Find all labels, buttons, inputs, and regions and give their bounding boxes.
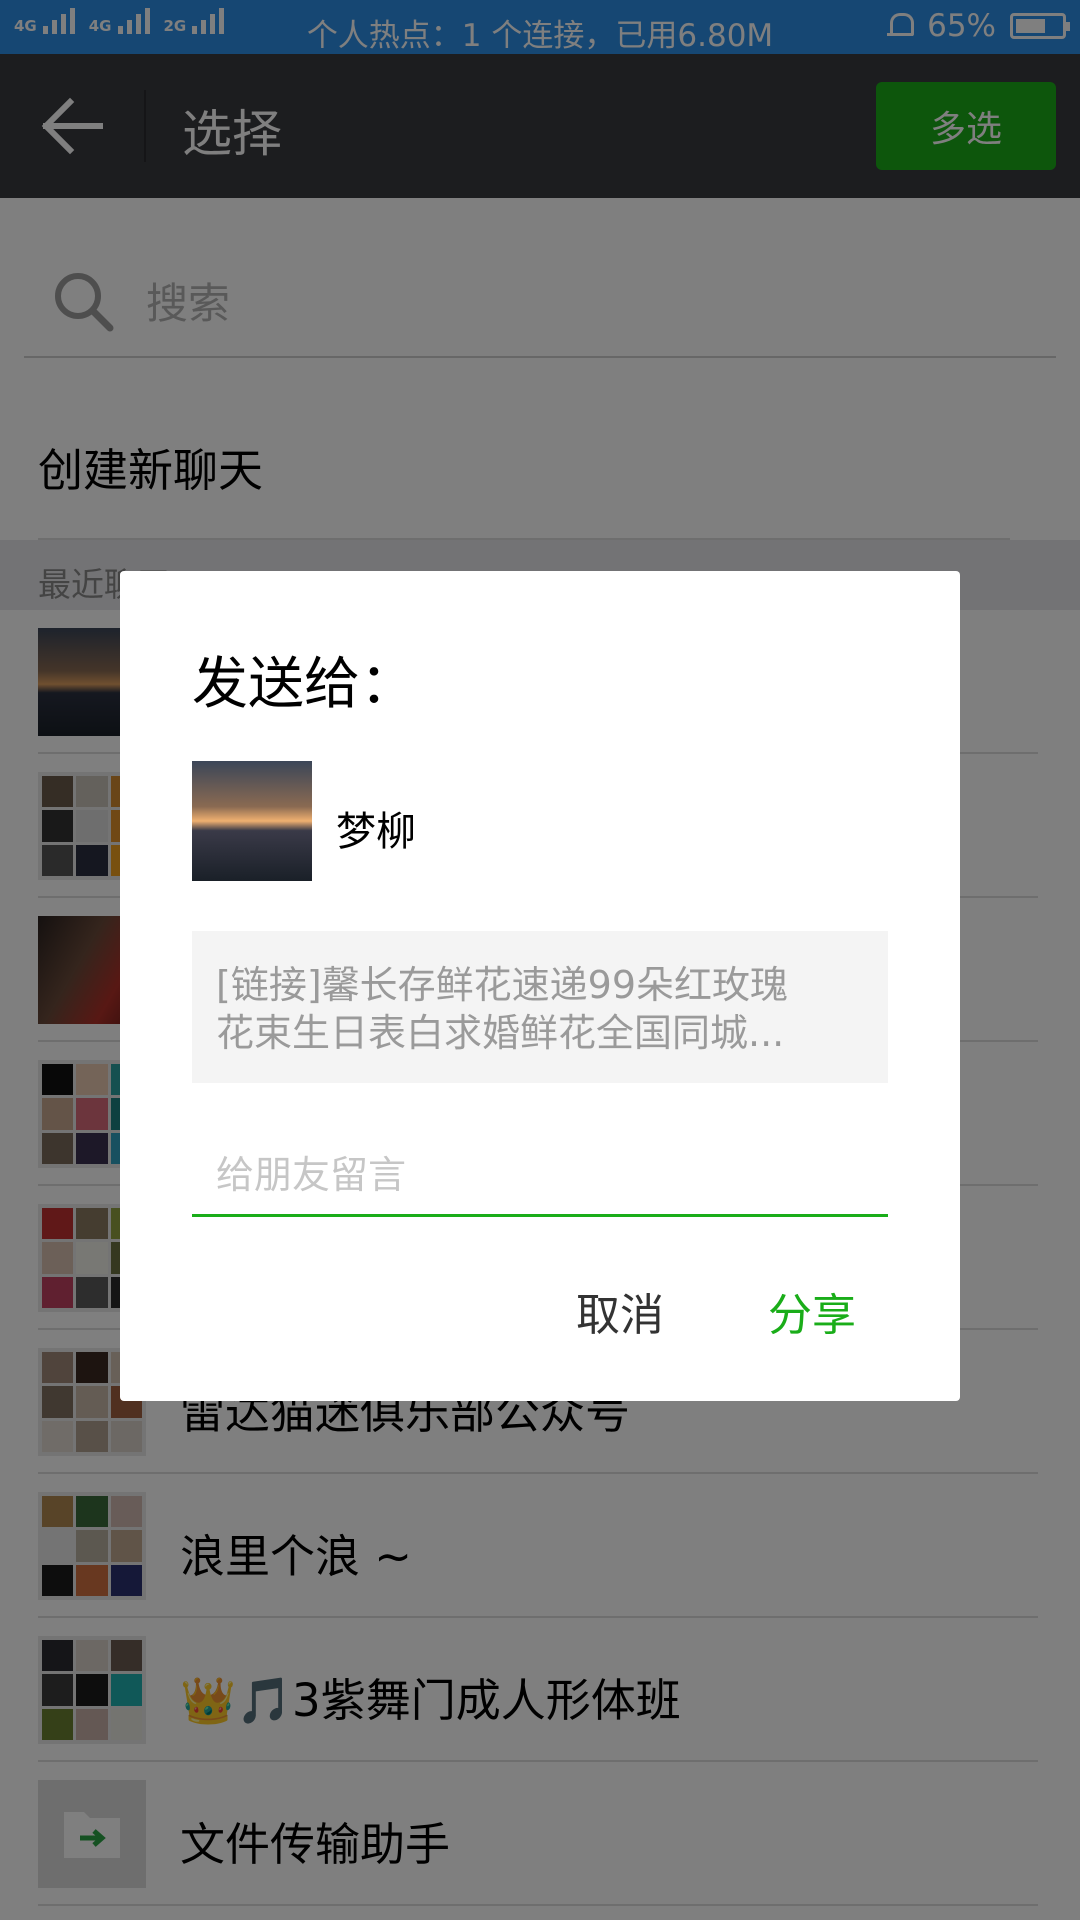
recipient-avatar	[192, 761, 312, 881]
dialog-title: 发送给：	[192, 652, 416, 717]
share-button[interactable]: 分享	[768, 1279, 856, 1343]
message-input[interactable]	[192, 1135, 888, 1217]
screen: 4G 4G 2G 个人热点：1 个连接，已用6.80M 65%	[0, 0, 1080, 1920]
send-dialog: 发送给： 梦柳 [链接]馨长存鲜花速递99朵红玫瑰 花束生日表白求婚鲜花全国同城…	[120, 571, 960, 1401]
link-preview: [链接]馨长存鲜花速递99朵红玫瑰 花束生日表白求婚鲜花全国同城...	[192, 931, 888, 1083]
cancel-button[interactable]: 取消	[576, 1279, 664, 1343]
recipient-name: 梦柳	[336, 809, 416, 855]
preview-line: 花束生日表白求婚鲜花全国同城...	[216, 1011, 785, 1055]
preview-line: [链接]馨长存鲜花速递99朵红玫瑰	[216, 963, 789, 1007]
